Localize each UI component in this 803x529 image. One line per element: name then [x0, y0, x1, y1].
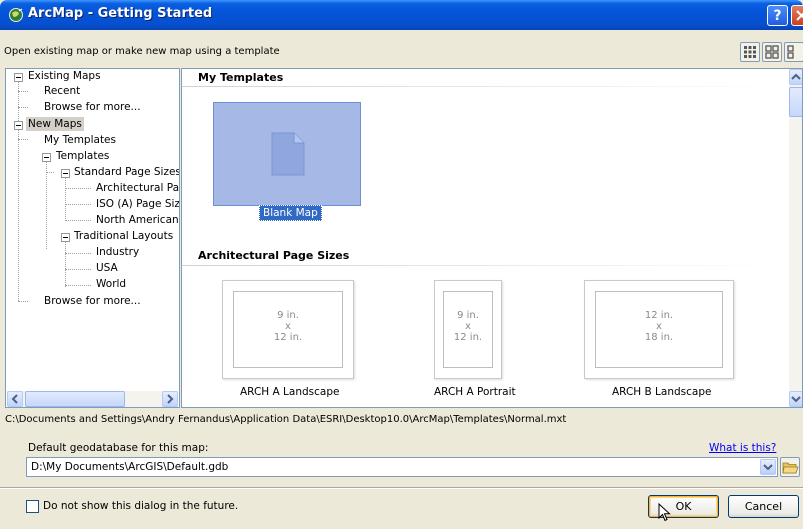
- tree-item-traditional-layouts[interactable]: Traditional Layouts: [74, 229, 173, 243]
- collapse-traditional-layouts-icon[interactable]: [61, 233, 70, 242]
- my-templates-heading: My Templates: [198, 71, 284, 84]
- height-text: 12 in.: [453, 332, 483, 343]
- page-preview: 9 in. x 12 in.: [233, 291, 343, 368]
- tree-item-standard-page-sizes[interactable]: Standard Page Sizes: [74, 165, 179, 179]
- chevron-down-icon: [791, 396, 801, 403]
- collapse-templates-icon[interactable]: [42, 153, 51, 162]
- scroll-down-button[interactable]: [789, 391, 802, 407]
- getting-started-dialog: ArcMap - Getting Started ? Open existing…: [0, 0, 803, 529]
- tree-item-recent[interactable]: Recent: [44, 84, 80, 98]
- collapse-standard-page-sizes-icon[interactable]: [61, 169, 70, 178]
- gallery-vertical-scrollbar[interactable]: [789, 69, 802, 407]
- arch-a-portrait-label[interactable]: ARCH A Portrait: [434, 386, 516, 398]
- browse-folder-button[interactable]: [780, 457, 800, 477]
- subtitle-row: Open existing map or make new map using …: [0, 30, 803, 68]
- what-is-this-link[interactable]: What is this?: [709, 442, 776, 454]
- dialog-subtitle: Open existing map or make new map using …: [4, 46, 280, 57]
- folder-open-icon: [782, 462, 799, 474]
- title-bar[interactable]: ArcMap - Getting Started ?: [0, 0, 803, 30]
- cancel-button[interactable]: Cancel: [728, 495, 799, 518]
- tree-item-existing-maps[interactable]: Existing Maps: [28, 69, 101, 83]
- geodatabase-value: D:\My Documents\ArcGIS\Default.gdb: [31, 461, 229, 473]
- arch-b-landscape-template[interactable]: 12 in. x 18 in.: [584, 280, 734, 379]
- do-not-show-label[interactable]: Do not show this dialog in the future.: [43, 500, 238, 512]
- window-title: ArcMap - Getting Started: [28, 6, 213, 21]
- arch-b-landscape-label[interactable]: ARCH B Landscape: [612, 386, 711, 398]
- tree-item-north-american[interactable]: North American (: [96, 213, 179, 227]
- page-preview: 12 in. x 18 in.: [595, 291, 723, 368]
- help-button[interactable]: ?: [767, 5, 788, 26]
- chevron-left-icon: [11, 394, 18, 404]
- width-text: 12 in.: [644, 310, 674, 321]
- tree-item-world[interactable]: World: [96, 277, 126, 291]
- tree-item-browse-existing[interactable]: Browse for more...: [44, 100, 141, 114]
- help-icon: ?: [773, 8, 782, 24]
- chevron-right-icon: [167, 394, 174, 404]
- tree-item-iso-a[interactable]: ISO (A) Page Siz: [96, 197, 179, 211]
- scroll-left-button[interactable]: [7, 391, 23, 407]
- template-path: C:\Documents and Settings\Andry Fernandu…: [5, 414, 567, 425]
- page-preview: 9 in. x 12 in.: [443, 291, 493, 368]
- times-text: x: [656, 321, 662, 332]
- tree-item-templates[interactable]: Templates: [56, 149, 109, 163]
- height-text: 12 in.: [273, 332, 303, 343]
- template-gallery[interactable]: My Templates Blank Map Architectural Pag…: [181, 68, 803, 408]
- tree-horizontal-scrollbar[interactable]: [7, 391, 178, 407]
- footer-separator: [0, 487, 803, 489]
- do-not-show-checkbox[interactable]: [26, 500, 39, 513]
- scroll-thumb[interactable]: [25, 391, 125, 407]
- arch-a-portrait-template[interactable]: 9 in. x 12 in.: [434, 280, 502, 379]
- ok-label: OK: [675, 500, 692, 513]
- chevron-up-icon: [791, 73, 801, 80]
- tree-item-new-maps[interactable]: New Maps: [26, 117, 84, 131]
- large-thumbnail-view-icon: [765, 45, 779, 59]
- scroll-thumb[interactable]: [789, 87, 802, 117]
- times-text: x: [465, 321, 471, 332]
- collapse-existing-maps-icon[interactable]: [14, 73, 23, 82]
- combo-dropdown-button[interactable]: [760, 459, 776, 475]
- tree-item-usa[interactable]: USA: [96, 261, 118, 275]
- width-text: 9 in.: [277, 310, 299, 321]
- tree-item-industry[interactable]: Industry: [96, 245, 139, 259]
- list-view-button[interactable]: [784, 42, 803, 62]
- large-thumbnail-view-button[interactable]: [762, 42, 782, 62]
- collapse-new-maps-icon[interactable]: [14, 121, 23, 130]
- list-view-icon: [787, 45, 794, 59]
- geodatabase-label: Default geodatabase for this map:: [28, 442, 209, 454]
- height-text: 18 in.: [644, 332, 674, 343]
- width-text: 9 in.: [457, 310, 479, 321]
- times-text: x: [285, 321, 291, 332]
- thumbnail-view-icon: [744, 46, 756, 58]
- cancel-label: Cancel: [744, 500, 783, 513]
- scroll-up-button[interactable]: [789, 69, 802, 85]
- mouse-cursor-icon: [658, 503, 671, 522]
- geodatabase-combo[interactable]: D:\My Documents\ArcGIS\Default.gdb: [26, 457, 778, 477]
- arch-a-landscape-label[interactable]: ARCH A Landscape: [240, 386, 339, 398]
- tree-item-my-templates[interactable]: My Templates: [44, 133, 116, 147]
- architectural-heading: Architectural Page Sizes: [198, 249, 350, 262]
- blank-page-icon: [271, 132, 305, 176]
- close-icon: [796, 10, 803, 21]
- chevron-down-icon: [763, 464, 773, 471]
- blank-map-label[interactable]: Blank Map: [259, 205, 322, 221]
- thumbnail-view-button[interactable]: [740, 42, 760, 62]
- arcmap-globe-icon: [9, 8, 23, 22]
- tree-item-architectural[interactable]: Architectural Pag: [96, 181, 179, 195]
- template-tree[interactable]: Existing Maps Recent Browse for more... …: [5, 68, 180, 408]
- scroll-right-button[interactable]: [162, 391, 178, 407]
- close-button[interactable]: [791, 5, 803, 26]
- tree-item-browse-new[interactable]: Browse for more...: [44, 294, 141, 308]
- arch-a-landscape-template[interactable]: 9 in. x 12 in.: [222, 280, 354, 379]
- blank-map-template[interactable]: [213, 102, 361, 206]
